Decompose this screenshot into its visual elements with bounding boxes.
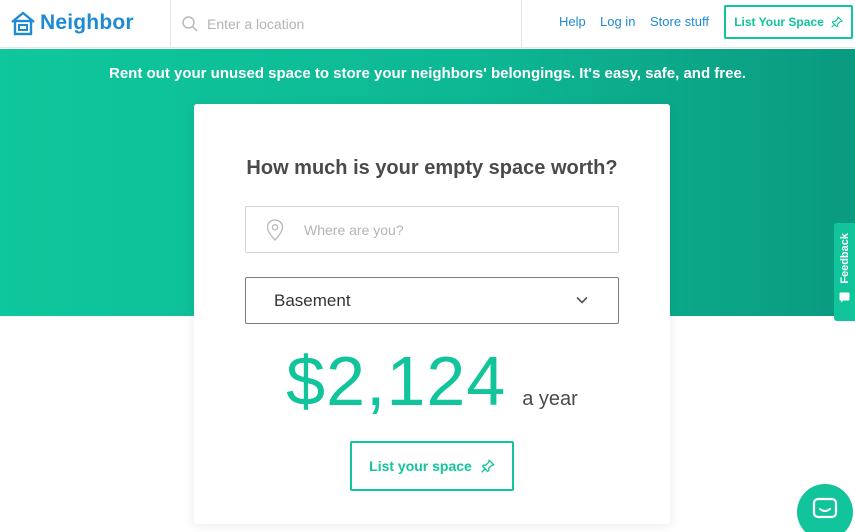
where-are-you-input[interactable] — [304, 221, 604, 238]
chat-icon — [812, 497, 838, 519]
earnings-estimate-card: How much is your empty space worth? Base… — [194, 104, 670, 524]
help-link[interactable]: Help — [559, 14, 586, 29]
list-your-space-label: List your space — [369, 458, 472, 474]
pin-icon — [831, 16, 843, 28]
card-title: How much is your empty space worth? — [246, 157, 618, 179]
chevron-down-icon — [576, 296, 588, 304]
list-your-space-button[interactable]: List your space — [350, 441, 514, 491]
house-logo-icon — [11, 11, 35, 36]
pin-icon — [481, 459, 495, 473]
feedback-label: Feedback — [838, 233, 851, 284]
search-icon — [182, 16, 198, 32]
where-are-you-field[interactable] — [245, 206, 619, 253]
space-type-select[interactable]: Basement — [245, 277, 619, 324]
location-search[interactable] — [170, 0, 522, 48]
space-type-value: Basement — [274, 290, 351, 310]
price-value: $2,124 — [286, 342, 507, 420]
top-nav: Neighbor Help Log in Store stuff List Yo… — [0, 0, 855, 48]
list-your-space-header-button[interactable]: List Your Space — [724, 5, 853, 39]
brand-name: Neighbor — [40, 11, 134, 34]
map-pin-icon — [266, 218, 284, 241]
location-search-input[interactable] — [207, 16, 507, 32]
feedback-tab[interactable]: Feedback — [834, 223, 855, 321]
chat-launcher[interactable] — [797, 484, 853, 532]
hero-tagline: Rent out your unused space to store your… — [109, 65, 746, 82]
list-your-space-header-label: List Your Space — [734, 15, 824, 29]
price-estimate: $2,124 a year — [194, 346, 670, 416]
store-stuff-link[interactable]: Store stuff — [650, 14, 709, 29]
feedback-icon — [839, 292, 850, 303]
brand-logo[interactable]: Neighbor — [10, 9, 134, 37]
price-period: a year — [522, 388, 578, 410]
login-link[interactable]: Log in — [600, 14, 635, 29]
